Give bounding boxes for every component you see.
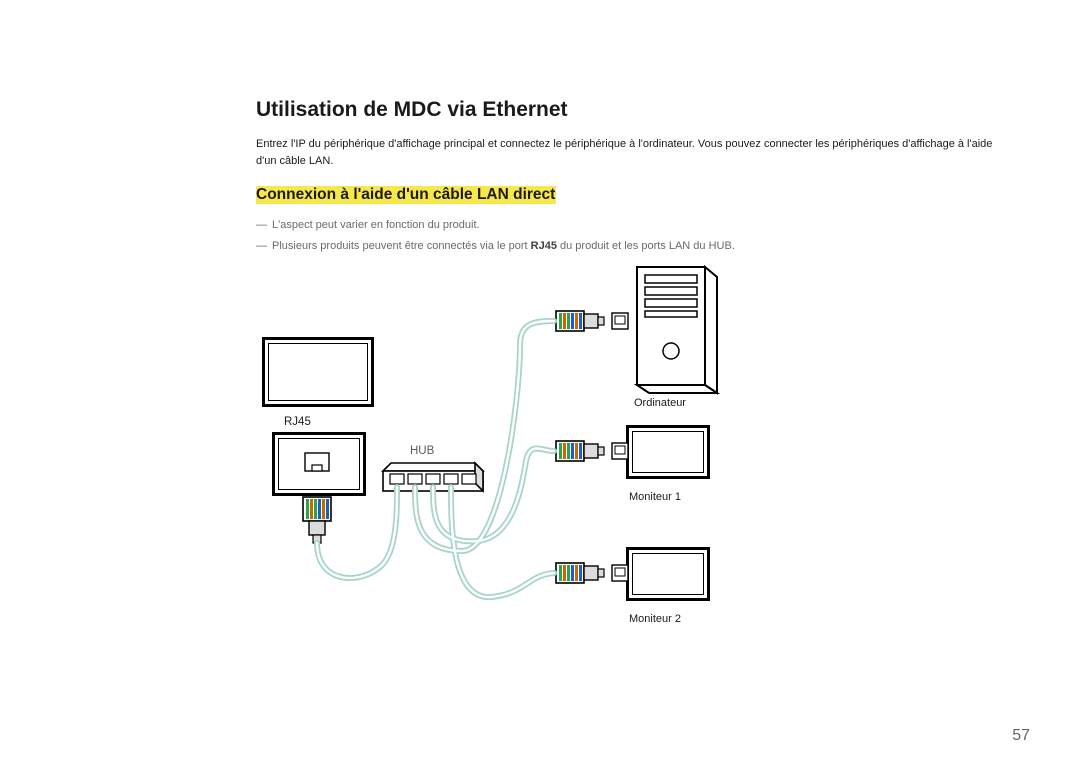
note-1: L'aspect peut varier en fonction du prod… <box>256 216 996 235</box>
section-heading: Connexion à l'aide d'un câble LAN direct <box>256 186 996 204</box>
page-number: 57 <box>1012 727 1030 745</box>
intro-paragraph: Entrez l'IP du périphérique d'affichage … <box>256 136 996 170</box>
note-2: Plusieurs produits peuvent être connecté… <box>256 237 996 256</box>
connection-diagram: RJ45 HUB Ordinateur Moniteur 1 <box>262 265 762 665</box>
page-title: Utilisation de MDC via Ethernet <box>256 98 996 122</box>
diagram-wiring <box>262 265 762 665</box>
